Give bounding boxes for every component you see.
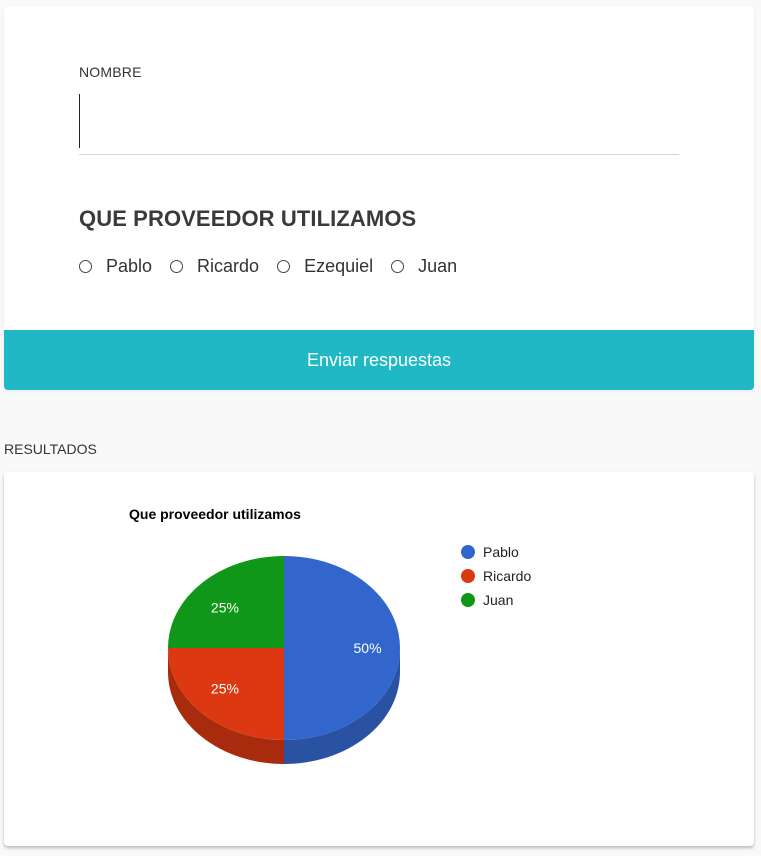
radio-ricardo[interactable] [170,260,184,273]
results-chart-card: Que proveedor utilizamos 50% 25% 25% Pablo… [4,472,754,846]
results-section-title: RESULTADOS [4,441,97,457]
option-label-ezequiel: Ezequiel [304,256,374,276]
legend-label-pablo: Pablo [483,544,519,560]
question-title: QUE PROVEEDOR UTILIZAMOS [79,206,417,231]
provider-options: Pablo Ricardo Ezequiel Juan [79,256,475,277]
option-label-ricardo: Ricardo [197,256,260,276]
legend-swatch-ricardo [461,569,475,583]
survey-form-card: NOMBRE QUE PROVEEDOR UTILIZAMOS Pablo Ri… [4,6,754,390]
name-field-label: NOMBRE [79,64,142,80]
option-label-pablo: Pablo [106,256,153,276]
pie-label-juan: 25% [211,600,239,616]
text-caret [79,94,80,148]
name-input[interactable] [79,94,679,155]
option-pablo[interactable]: Pablo [79,256,152,277]
pie-label-ricardo: 25% [211,680,239,696]
legend-swatch-juan [461,593,475,607]
option-ezequiel[interactable]: Ezequiel [277,256,373,277]
pie-chart: Que proveedor utilizamos 50% 25% 25% Pablo… [129,506,531,764]
legend-label-ricardo: Ricardo [483,568,531,584]
option-juan[interactable]: Juan [391,256,457,277]
chart-title: Que proveedor utilizamos [129,506,301,522]
option-label-juan: Juan [418,256,458,276]
radio-juan[interactable] [391,260,405,273]
chart-legend: Pablo Ricardo Juan [461,544,531,608]
submit-button[interactable]: Enviar respuestas [4,330,754,390]
legend-swatch-pablo [461,545,475,559]
radio-ezequiel[interactable] [277,260,291,273]
pie-label-pablo: 50% [354,640,382,656]
radio-pablo[interactable] [79,260,92,273]
legend-label-juan: Juan [483,592,513,608]
submit-button-label: Enviar respuestas [306,349,452,370]
option-ricardo[interactable]: Ricardo [170,256,259,277]
